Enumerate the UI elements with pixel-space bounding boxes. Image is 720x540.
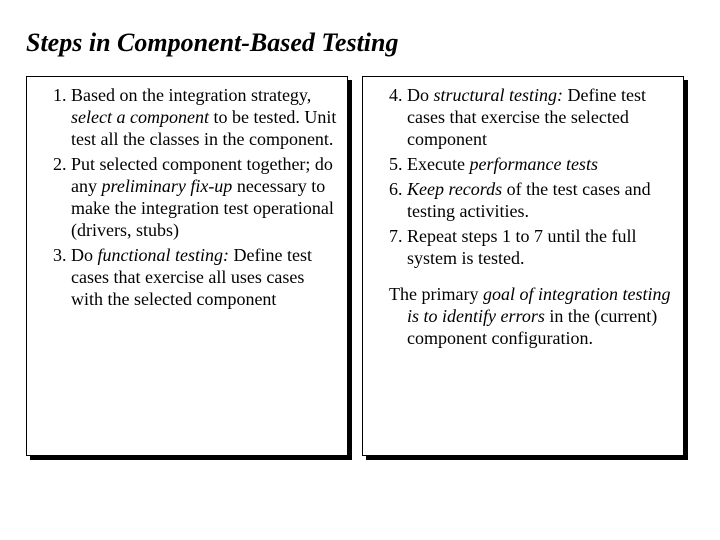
step-3: 3. Do functional testing: Define test ca…	[35, 245, 337, 311]
right-panel: 4. Do structural testing: Define test ca…	[362, 76, 684, 456]
step-4: 4. Do structural testing: Define test ca…	[371, 85, 673, 151]
slide: Steps in Component-Based Testing 1. Base…	[0, 0, 720, 456]
left-box: 1. Based on the integration strategy, se…	[26, 76, 348, 456]
step-6: 6. Keep records of the test cases and te…	[371, 179, 673, 223]
step-1: 1. Based on the integration strategy, se…	[35, 85, 337, 151]
step-5: 5. Execute performance tests	[371, 154, 673, 176]
step-2: 2. Put selected component together; do a…	[35, 154, 337, 242]
left-panel: 1. Based on the integration strategy, se…	[26, 76, 348, 456]
summary: The primary goal of integration testing …	[371, 284, 673, 350]
right-box: 4. Do structural testing: Define test ca…	[362, 76, 684, 456]
page-title: Steps in Component-Based Testing	[26, 28, 694, 58]
columns: 1. Based on the integration strategy, se…	[26, 76, 694, 456]
step-7: 7. Repeat steps 1 to 7 until the full sy…	[371, 226, 673, 270]
